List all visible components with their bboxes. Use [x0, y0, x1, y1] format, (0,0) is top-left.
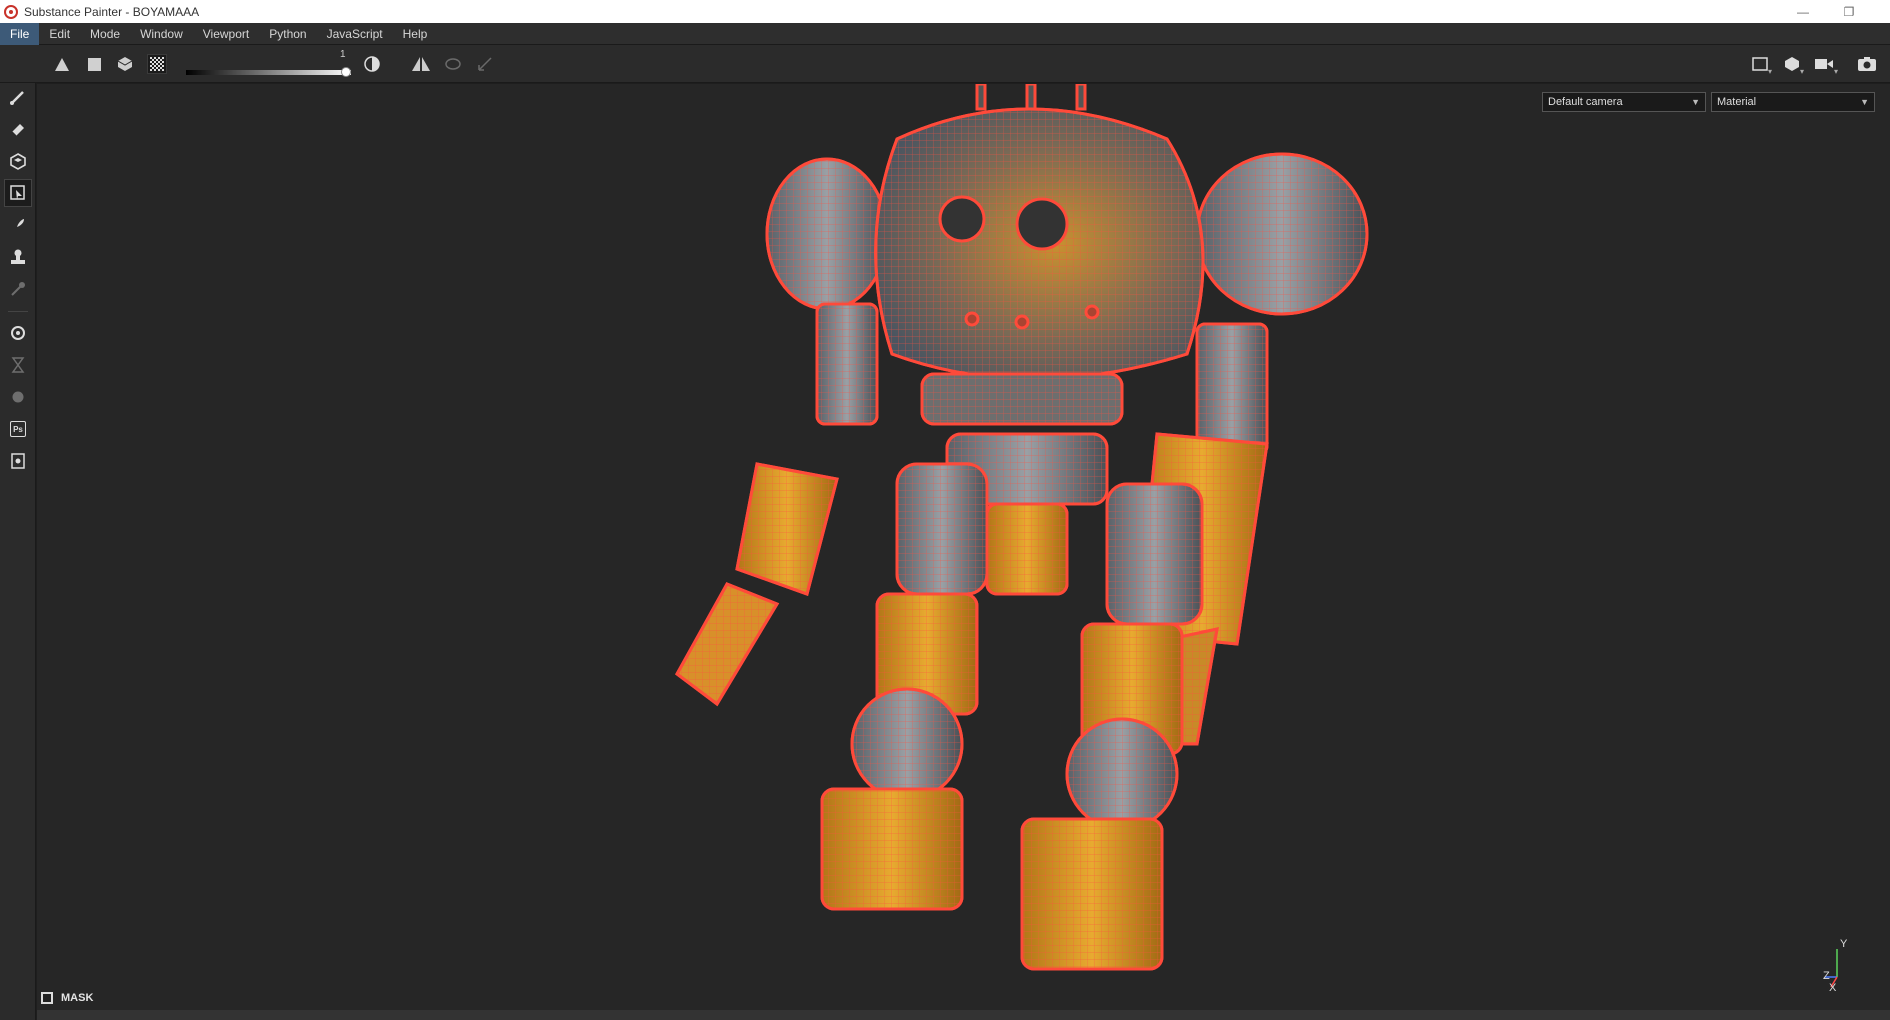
3d-view-icon[interactable]	[1782, 54, 1802, 74]
menu-mode[interactable]: Mode	[80, 23, 130, 45]
title-bar: Substance Painter - BOYAMAAA — ❐	[0, 0, 1890, 23]
square-fill-icon[interactable]	[84, 54, 104, 74]
left-toolbar: Ps	[0, 83, 36, 1020]
clone-stamp-icon[interactable]	[4, 243, 32, 271]
paint-brush-icon[interactable]	[4, 83, 32, 111]
menu-window[interactable]: Window	[130, 23, 193, 45]
hourglass-icon[interactable]	[4, 351, 32, 379]
menu-edit[interactable]: Edit	[39, 23, 80, 45]
contrast-icon[interactable]	[362, 54, 382, 74]
substance-logo-icon	[4, 4, 18, 19]
3d-viewport[interactable]: Default camera ▼ Material ▼ Y Z X MASK	[37, 84, 1890, 1010]
sticky-icon[interactable]	[475, 54, 495, 74]
checker-icon[interactable]	[147, 54, 167, 74]
axis-z-label: Z	[1823, 970, 1830, 982]
slider-handle[interactable]	[341, 67, 351, 77]
minimize-button[interactable]: —	[1780, 0, 1826, 23]
menu-bar: File Edit Mode Window Viewport Python Ja…	[0, 22, 1890, 45]
mask-toggle[interactable]: MASK	[41, 992, 93, 1004]
menu-viewport[interactable]: Viewport	[193, 23, 259, 45]
status-strip	[37, 1010, 1890, 1020]
lazy-mouse-icon[interactable]	[443, 54, 463, 74]
triangle-fill-icon[interactable]	[52, 54, 72, 74]
photoshop-export-icon[interactable]: Ps	[4, 415, 32, 443]
robot-model-render	[675, 84, 1369, 971]
document-export-icon[interactable]	[4, 447, 32, 475]
mask-label: MASK	[61, 992, 94, 1004]
mask-checkbox[interactable]	[41, 992, 53, 1004]
toolbar-divider	[8, 311, 28, 312]
color-picker-icon[interactable]	[4, 275, 32, 303]
eraser-icon[interactable]	[4, 115, 32, 143]
camera-video-icon[interactable]	[1814, 54, 1834, 74]
smudge-icon[interactable]	[4, 211, 32, 239]
bake-icon[interactable]	[4, 319, 32, 347]
symmetry-icon[interactable]	[411, 54, 431, 74]
window-title: Substance Painter - BOYAMAAA	[24, 4, 200, 19]
menu-javascript[interactable]: JavaScript	[317, 23, 393, 45]
menu-python[interactable]: Python	[259, 23, 316, 45]
menu-file[interactable]: File	[0, 22, 40, 45]
axis-y-label: Y	[1840, 938, 1848, 950]
material-ball-icon[interactable]	[4, 383, 32, 411]
tool-options-bar	[0, 45, 1890, 83]
menu-help[interactable]: Help	[393, 23, 438, 45]
viewport-layout-icon[interactable]	[1750, 54, 1770, 74]
grayscale-slider[interactable]	[186, 67, 351, 77]
slider-value: 1	[340, 49, 346, 60]
axis-x-label: X	[1829, 982, 1837, 994]
polygon-fill-icon[interactable]	[4, 179, 32, 207]
chevron-down-icon[interactable]: ▾	[1800, 67, 1804, 76]
projection-icon[interactable]	[4, 147, 32, 175]
chevron-down-icon[interactable]: ▾	[1834, 67, 1838, 76]
restore-button[interactable]: ❐	[1826, 0, 1872, 23]
cube-icon[interactable]	[115, 54, 135, 74]
screenshot-icon[interactable]	[1857, 54, 1877, 74]
chevron-down-icon[interactable]: ▾	[1768, 67, 1772, 76]
